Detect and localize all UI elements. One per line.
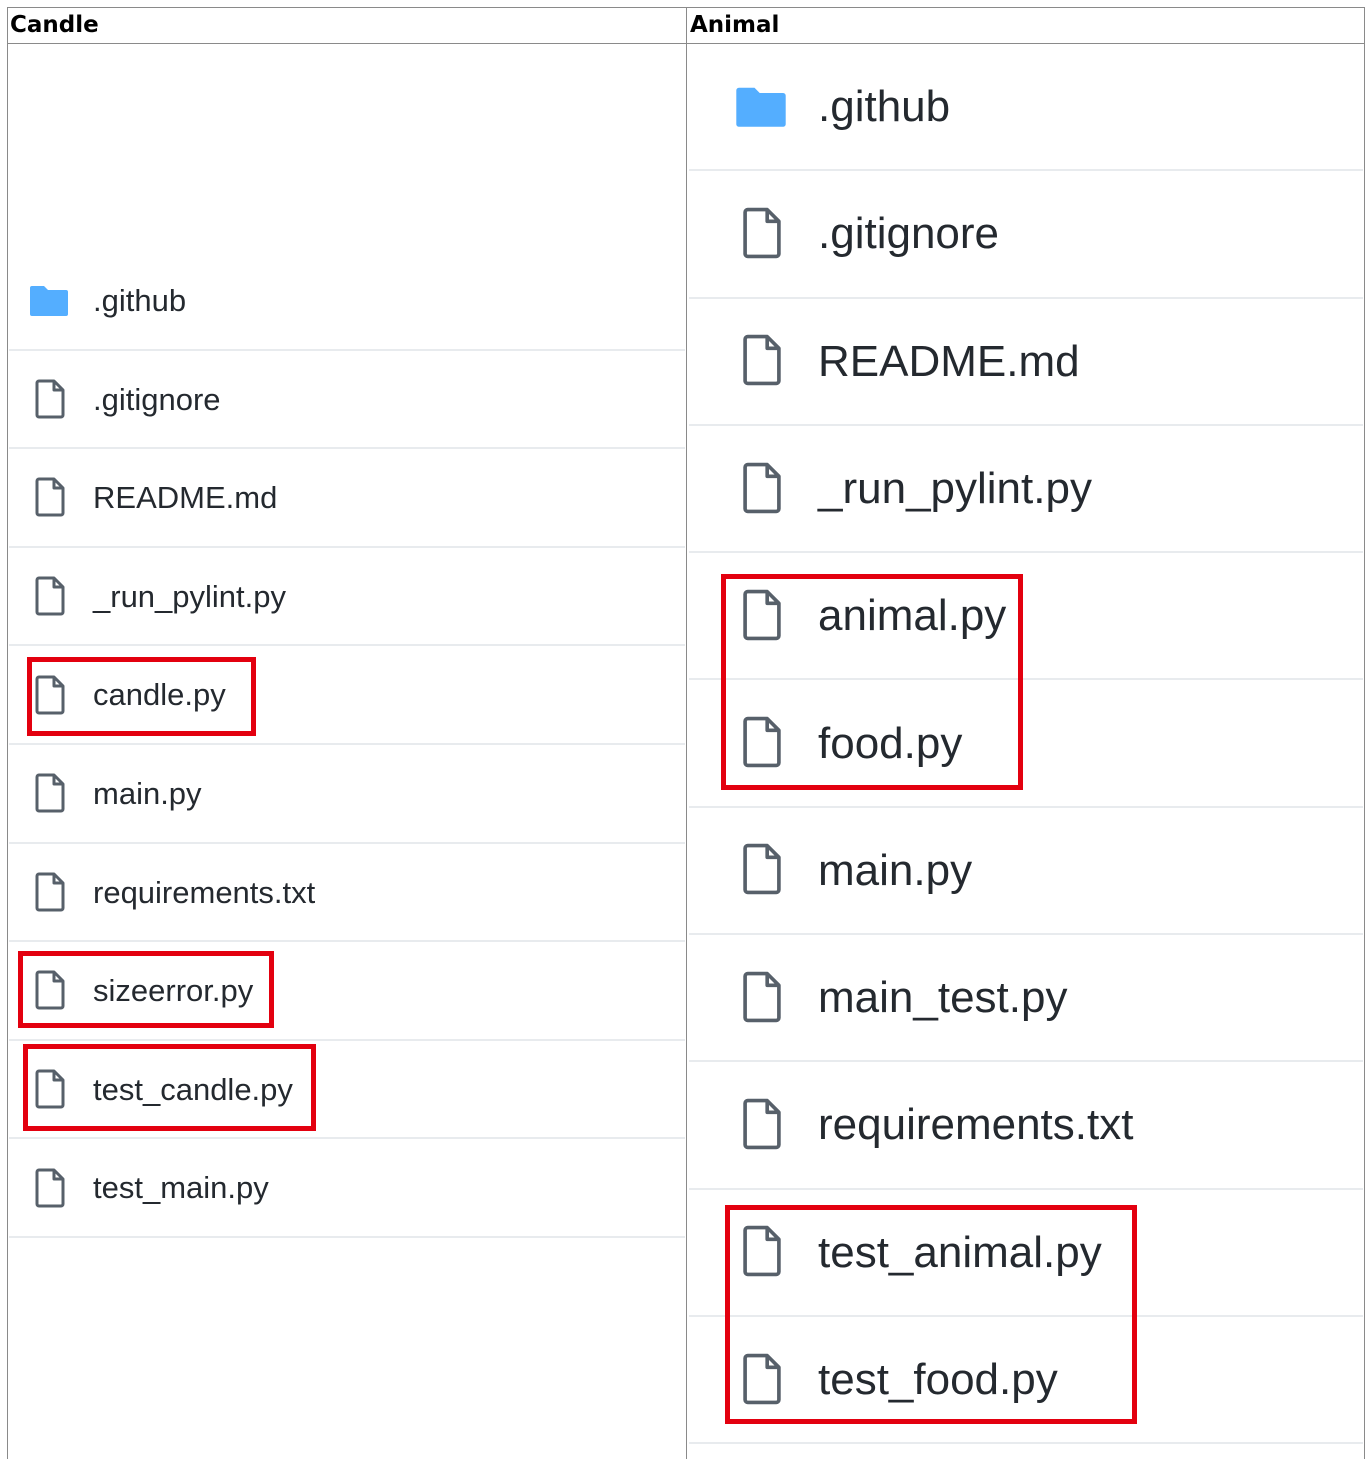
file-icon: [740, 334, 784, 390]
file-icon: [34, 1168, 66, 1212]
file-name[interactable]: main_test.py: [818, 973, 1067, 1023]
file-name[interactable]: README.md: [818, 337, 1080, 387]
file-name[interactable]: _run_pylint.py: [818, 464, 1092, 514]
file-name[interactable]: .gitignore: [93, 382, 221, 418]
file-row[interactable]: test_candle.py: [9, 1041, 685, 1140]
file-name[interactable]: requirements.txt: [93, 875, 315, 911]
file-name[interactable]: animal.py: [818, 591, 1006, 641]
file-name[interactable]: .github: [93, 283, 186, 319]
file-icon: [740, 589, 784, 645]
file-row[interactable]: .gitignore: [9, 351, 685, 450]
file-row[interactable]: food.py: [689, 681, 1363, 808]
file-icon: [34, 675, 66, 719]
file-name[interactable]: main.py: [818, 846, 972, 896]
folder-icon: [29, 284, 69, 320]
file-row[interactable]: README.md: [9, 449, 685, 548]
file-icon: [34, 872, 66, 916]
file-icon: [34, 477, 66, 521]
file-row[interactable]: _run_pylint.py: [689, 426, 1363, 554]
file-icon: [34, 379, 66, 423]
column-divider: [686, 7, 687, 1459]
file-name[interactable]: sizeerror.py: [93, 973, 253, 1009]
file-name[interactable]: test_food.py: [818, 1355, 1058, 1405]
file-icon: [740, 207, 784, 263]
file-row[interactable]: test_food.py: [689, 1317, 1363, 1445]
file-name[interactable]: test_candle.py: [93, 1072, 293, 1108]
file-icon: [740, 1353, 784, 1409]
file-name[interactable]: README.md: [93, 480, 277, 516]
file-row[interactable]: main.py: [9, 745, 685, 844]
file-icon: [34, 970, 66, 1014]
file-name[interactable]: test_main.py: [93, 1170, 269, 1206]
file-row[interactable]: test_animal.py: [689, 1190, 1363, 1317]
file-icon: [740, 971, 784, 1027]
file-icon: [34, 773, 66, 817]
file-icon: [34, 1069, 66, 1113]
candle-column-header: Candle: [7, 7, 686, 44]
file-name[interactable]: .github: [818, 82, 950, 132]
file-name[interactable]: _run_pylint.py: [93, 579, 286, 615]
row-separator: [689, 1442, 1363, 1445]
file-row[interactable]: candle.py: [9, 646, 685, 745]
file-row[interactable]: animal.py: [689, 553, 1363, 681]
file-row[interactable]: .github: [689, 44, 1363, 172]
file-row[interactable]: _run_pylint.py: [9, 548, 685, 647]
file-icon: [740, 1098, 784, 1154]
file-row[interactable]: README.md: [689, 299, 1363, 426]
file-row[interactable]: sizeerror.py: [9, 942, 685, 1041]
file-icon: [740, 843, 784, 899]
file-row[interactable]: requirements.txt: [9, 844, 685, 943]
file-row[interactable]: .github: [9, 252, 685, 351]
file-name[interactable]: requirements.txt: [818, 1100, 1133, 1150]
file-icon: [740, 462, 784, 518]
file-icon: [34, 576, 66, 620]
animal-column-header: Animal: [687, 7, 1365, 44]
file-row[interactable]: requirements.txt: [689, 1062, 1363, 1190]
folder-icon: [735, 85, 787, 131]
file-icon: [740, 716, 784, 772]
file-name[interactable]: food.py: [818, 719, 962, 769]
file-icon: [740, 1225, 784, 1281]
file-name[interactable]: test_animal.py: [818, 1228, 1102, 1278]
file-row[interactable]: .gitignore: [689, 171, 1363, 299]
file-row[interactable]: main.py: [689, 808, 1363, 936]
file-row[interactable]: main_test.py: [689, 935, 1363, 1063]
file-name[interactable]: main.py: [93, 776, 202, 812]
file-row[interactable]: test_main.py: [9, 1139, 685, 1238]
file-name[interactable]: .gitignore: [818, 209, 999, 259]
row-separator: [9, 1235, 685, 1238]
file-name[interactable]: candle.py: [93, 677, 226, 713]
